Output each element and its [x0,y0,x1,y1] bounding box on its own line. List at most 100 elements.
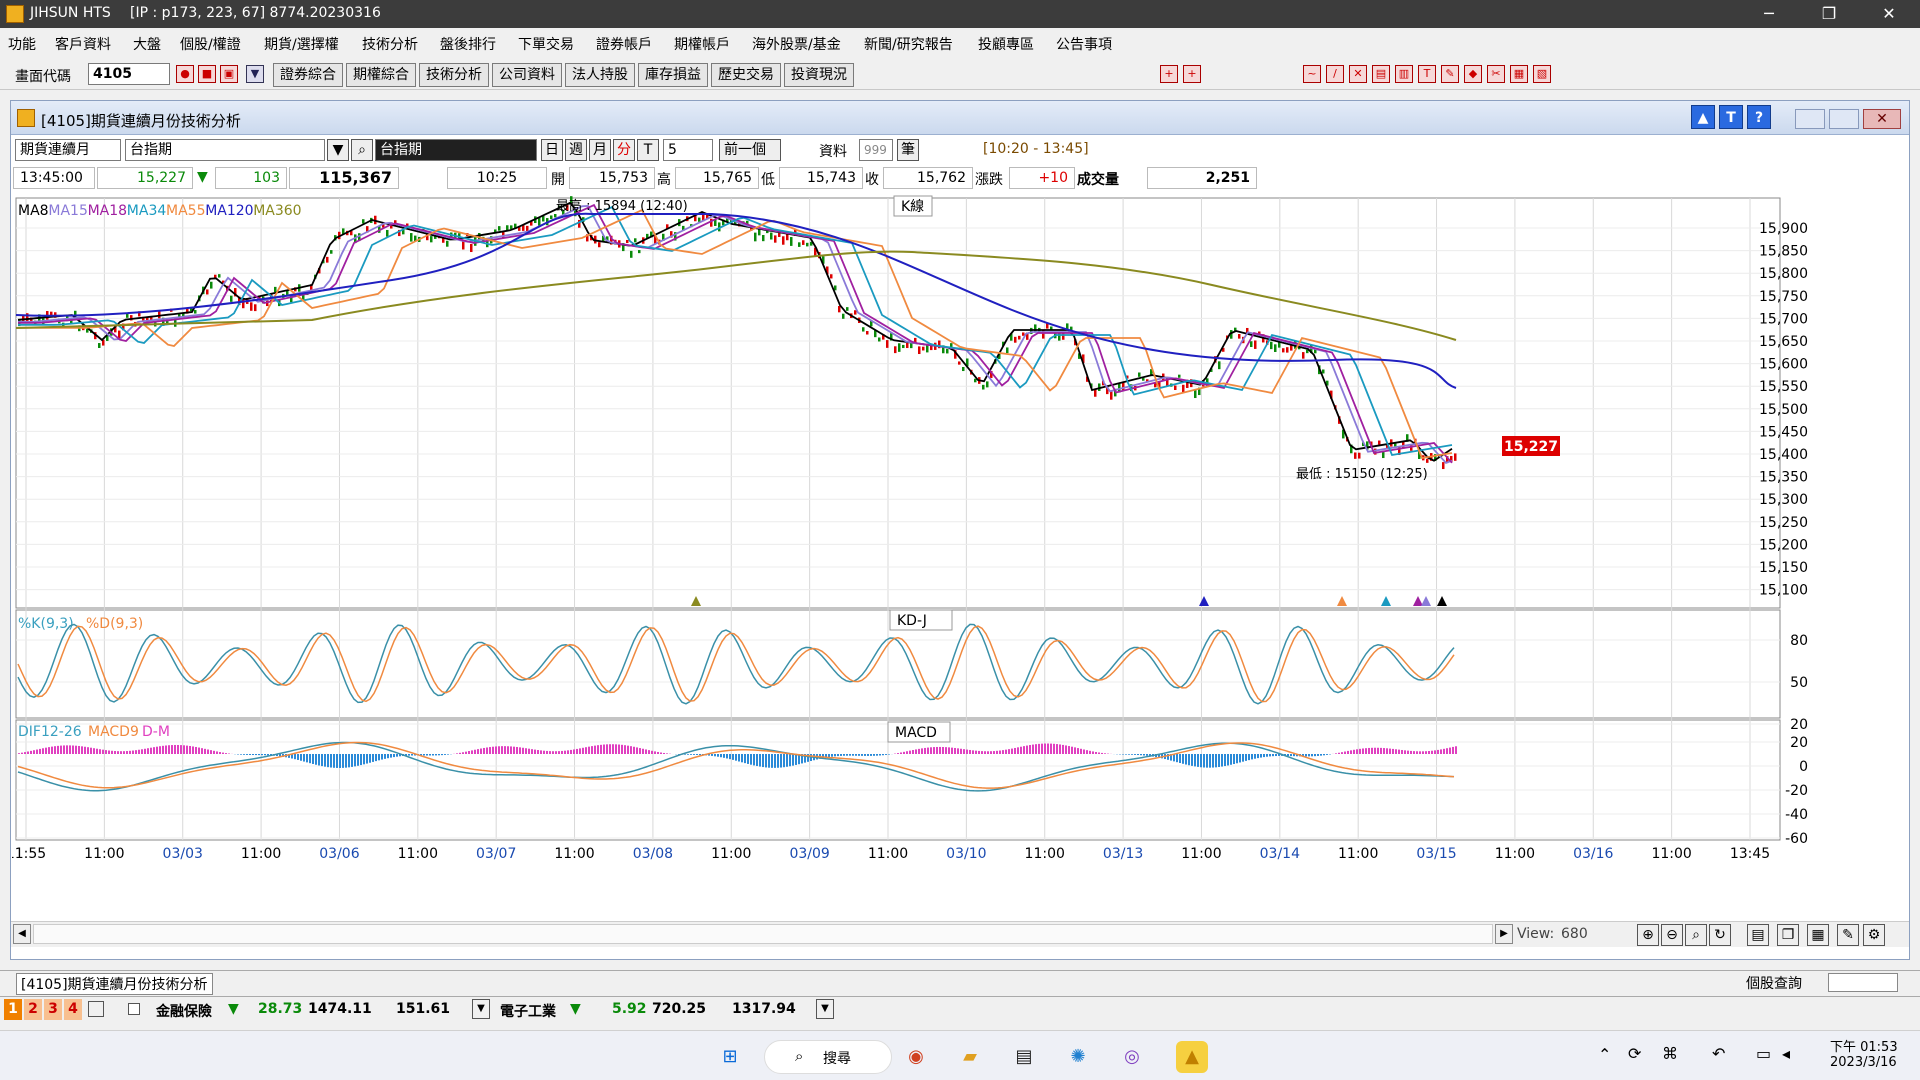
menu-order[interactable]: 下單交易 [518,34,574,54]
tray-sync-icon[interactable]: ⟳ [1628,1044,1641,1063]
securities-summary-button[interactable]: 證券綜合 [273,63,343,87]
menu-securities-account[interactable]: 證券帳戶 [596,34,652,54]
data-count-input[interactable]: 999 [859,139,893,161]
horizontal-scrollbar[interactable] [33,924,1493,944]
zoom-out-icon[interactable]: ⊖ [1661,924,1683,946]
menu-futures-account[interactable]: 期權帳戶 [674,34,730,54]
tool-6-icon[interactable]: T [1418,65,1436,83]
ticker-num-3[interactable]: 3 [44,999,62,1020]
copy-icon[interactable]: ❐ [1777,924,1799,946]
refresh-icon[interactable]: ↻ [1709,924,1731,946]
period-day-button[interactable]: 日 [541,139,563,161]
notes-app-icon[interactable]: ▤ [1008,1041,1040,1073]
taskbar-time[interactable]: 下午 01:53 [1830,1036,1898,1055]
investment-status-button[interactable]: 投資現況 [784,63,854,87]
symbol-dropdown-icon[interactable]: ▼ [327,139,349,161]
up-button[interactable]: ▲ [1691,105,1715,129]
tool-10-icon[interactable]: ▦ [1510,65,1528,83]
menu-futures[interactable]: 期貨/選擇權 [264,34,339,54]
menu-function[interactable]: 功能 [8,34,36,54]
series-type-select[interactable]: 期貨連續月 [15,139,121,161]
chrome-icon[interactable]: ◉ [900,1041,932,1073]
scroll-right-icon[interactable]: ▶ [1495,924,1513,944]
tray-undo-icon[interactable]: ↶ [1712,1044,1725,1063]
period-month-button[interactable]: 月 [589,139,611,161]
period-minute-button[interactable]: 分 [613,139,635,161]
zoom-region-icon[interactable]: ⌕ [1685,924,1707,946]
inventory-pnl-button[interactable]: 庫存損益 [638,63,708,87]
ticker-num-2[interactable]: 2 [24,999,42,1020]
technical-analysis-button[interactable]: 技術分析 [419,63,489,87]
restore-button[interactable]: ❐ [1806,2,1852,26]
menu-customer[interactable]: 客戶資料 [55,34,111,54]
plus-icon[interactable]: + [1160,65,1178,83]
tray-volume-icon[interactable]: ◂ [1782,1044,1790,1063]
tool-1-icon[interactable]: ~ [1303,65,1321,83]
browser-app-icon[interactable]: ◎ [1116,1041,1148,1073]
tray-ime-icon[interactable]: ⌘ [1662,1044,1678,1063]
taskbar-date[interactable]: 2023/3/16 [1830,1055,1897,1070]
tool-8-icon[interactable]: ◆ [1464,65,1482,83]
menu-stocks[interactable]: 個股/權證 [180,34,241,54]
zoom-in-icon[interactable]: ⊕ [1637,924,1659,946]
window-tab[interactable]: [4105]期貨連續月份技術分析 [16,973,213,995]
plus-alt-icon[interactable]: + [1183,65,1201,83]
menu-overseas[interactable]: 海外股票/基金 [752,34,841,54]
menu-announcements[interactable]: 公告事項 [1056,34,1112,54]
ticker-checkbox[interactable] [128,1003,140,1015]
child-minimize-button[interactable] [1795,109,1825,129]
prev-button[interactable]: 前一個 [719,139,781,161]
futures-summary-button[interactable]: 期權綜合 [346,63,416,87]
ticker-num-4[interactable]: 4 [64,999,82,1020]
folder-icon[interactable]: ■ [198,65,216,83]
menu-technical[interactable]: 技術分析 [362,34,418,54]
settings-icon[interactable]: ⚙ [1863,924,1885,946]
menu-news[interactable]: 新聞/研究報告 [864,34,953,54]
taskbar-search[interactable]: ⌕ 搜尋 [764,1040,892,1074]
trading-app-icon[interactable]: ▲ [1176,1041,1208,1073]
lock-icon[interactable] [88,1001,104,1017]
tool-11-icon[interactable]: ▧ [1533,65,1551,83]
close-button[interactable]: ✕ [1866,2,1912,26]
ticker-num-1[interactable]: 1 [4,999,22,1020]
company-data-button[interactable]: 公司資料 [492,63,562,87]
child-close-button[interactable]: ✕ [1863,109,1901,129]
child-restore-button[interactable] [1829,109,1859,129]
trade-history-button[interactable]: 歷史交易 [711,63,781,87]
search-icon[interactable]: ● [176,65,194,83]
period-tick-button[interactable]: T [637,139,659,161]
minimize-button[interactable]: ─ [1746,2,1792,26]
tray-chevron-icon[interactable]: ⌃ [1598,1045,1611,1064]
magnifier-icon[interactable]: ⌕ [351,139,373,161]
sector-2-dropdown-icon[interactable]: ▼ [816,999,834,1019]
technical-chart[interactable]: 11:55 11:00 03/03 11:00 03/06 11:00 03/07 11:00… [12,190,1812,920]
code-input[interactable]: 4105 [88,63,170,85]
dropdown-icon[interactable]: ▼ [246,65,264,83]
text-button[interactable]: T [1719,105,1743,129]
tool-9-icon[interactable]: ✂ [1487,65,1505,83]
windows-start-icon[interactable]: ⊞ [714,1041,746,1073]
sector-1-dropdown-icon[interactable]: ▼ [472,999,490,1019]
institutional-holdings-button[interactable]: 法人持股 [565,63,635,87]
tool-4-icon[interactable]: ▤ [1372,65,1390,83]
symbol-select[interactable]: 台指期 [125,139,325,161]
interval-select[interactable]: 5 [663,139,713,161]
data-unit-button[interactable]: 筆 [897,139,919,161]
table-icon[interactable]: ▦ [1807,924,1829,946]
tool-5-icon[interactable]: ▥ [1395,65,1413,83]
indicator-icon[interactable]: ▤ [1747,924,1769,946]
tool-7-icon[interactable]: ✎ [1441,65,1459,83]
scroll-left-icon[interactable]: ◀ [13,924,31,944]
period-week-button[interactable]: 週 [565,139,587,161]
tray-network-icon[interactable]: ▭ [1756,1044,1771,1063]
menu-ranking[interactable]: 盤後排行 [440,34,496,54]
menu-market[interactable]: 大盤 [133,34,161,54]
help-button[interactable]: ? [1747,105,1771,129]
menu-advisor[interactable]: 投顧專區 [978,34,1034,54]
network-app-icon[interactable]: ✺ [1062,1041,1094,1073]
draw-icon[interactable]: ✎ [1837,924,1859,946]
tool-2-icon[interactable]: / [1326,65,1344,83]
window-icon[interactable]: ▣ [220,65,238,83]
tool-3-icon[interactable]: ✕ [1349,65,1367,83]
quick-query-input[interactable] [1828,973,1898,992]
